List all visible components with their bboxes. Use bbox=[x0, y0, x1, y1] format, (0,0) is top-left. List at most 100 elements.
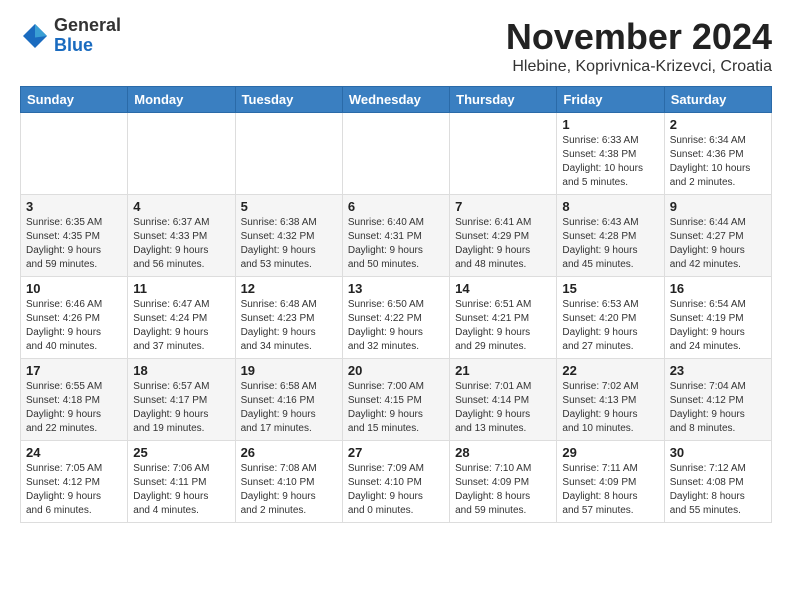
cell-text: Sunrise: 7:06 AM Sunset: 4:11 PM Dayligh… bbox=[133, 462, 229, 518]
day-number: 14 bbox=[455, 281, 551, 296]
column-header-sunday: Sunday bbox=[21, 87, 128, 113]
logo-blue: Blue bbox=[54, 35, 93, 55]
calendar-cell: 8 Sunrise: 6:43 AM Sunset: 4:28 PM Daylig… bbox=[557, 195, 664, 277]
calendar-cell: 14 Sunrise: 6:51 AM Sunset: 4:21 PM Dayli… bbox=[450, 277, 557, 359]
day-number: 23 bbox=[670, 363, 766, 378]
column-header-saturday: Saturday bbox=[664, 87, 771, 113]
column-header-friday: Friday bbox=[557, 87, 664, 113]
cell-text: Sunrise: 7:09 AM Sunset: 4:10 PM Dayligh… bbox=[348, 462, 444, 518]
calendar-cell: 19 Sunrise: 6:58 AM Sunset: 4:16 PM Dayli… bbox=[235, 359, 342, 441]
calendar-week-row: 10 Sunrise: 6:46 AM Sunset: 4:26 PM Dayli… bbox=[21, 277, 772, 359]
calendar-cell: 30Sunrise: 7:12 AM Sunset: 4:08 PM Dayli… bbox=[664, 441, 771, 523]
day-number: 4 bbox=[133, 199, 229, 214]
cell-text: Sunrise: 7:11 AM Sunset: 4:09 PM Dayligh… bbox=[562, 462, 658, 518]
day-number: 29 bbox=[562, 445, 658, 460]
cell-text: Sunrise: 6:58 AM Sunset: 4:16 PM Dayligh… bbox=[241, 380, 337, 436]
cell-text: Sunrise: 6:46 AM Sunset: 4:26 PM Dayligh… bbox=[26, 298, 122, 354]
day-number: 1 bbox=[562, 117, 658, 132]
calendar-cell: 9 Sunrise: 6:44 AM Sunset: 4:27 PM Daylig… bbox=[664, 195, 771, 277]
calendar-cell: 11 Sunrise: 6:47 AM Sunset: 4:24 PM Dayli… bbox=[128, 277, 235, 359]
cell-text: Sunrise: 6:44 AM Sunset: 4:27 PM Dayligh… bbox=[670, 216, 766, 272]
calendar-cell: 22Sunrise: 7:02 AM Sunset: 4:13 PM Dayli… bbox=[557, 359, 664, 441]
day-number: 6 bbox=[348, 199, 444, 214]
calendar-cell bbox=[235, 113, 342, 195]
cell-text: Sunrise: 6:50 AM Sunset: 4:22 PM Dayligh… bbox=[348, 298, 444, 354]
day-number: 28 bbox=[455, 445, 551, 460]
calendar-cell: 7 Sunrise: 6:41 AM Sunset: 4:29 PM Daylig… bbox=[450, 195, 557, 277]
calendar-cell: 5Sunrise: 6:38 AM Sunset: 4:32 PM Daylig… bbox=[235, 195, 342, 277]
day-number: 9 bbox=[670, 199, 766, 214]
day-number: 11 bbox=[133, 281, 229, 296]
day-number: 16 bbox=[670, 281, 766, 296]
day-number: 5 bbox=[241, 199, 337, 214]
day-number: 27 bbox=[348, 445, 444, 460]
day-number: 25 bbox=[133, 445, 229, 460]
calendar-cell: 28 Sunrise: 7:10 AM Sunset: 4:09 PM Dayli… bbox=[450, 441, 557, 523]
calendar-cell: 1Sunrise: 6:33 AM Sunset: 4:38 PM Daylig… bbox=[557, 113, 664, 195]
day-number: 21 bbox=[455, 363, 551, 378]
cell-text: Sunrise: 7:10 AM Sunset: 4:09 PM Dayligh… bbox=[455, 462, 551, 518]
calendar-week-row: 17 Sunrise: 6:55 AM Sunset: 4:18 PM Dayli… bbox=[21, 359, 772, 441]
calendar-cell bbox=[450, 113, 557, 195]
logo: General Blue bbox=[20, 16, 121, 56]
calendar-cell: 26 Sunrise: 7:08 AM Sunset: 4:10 PM Dayli… bbox=[235, 441, 342, 523]
cell-text: Sunrise: 6:34 AM Sunset: 4:36 PM Dayligh… bbox=[670, 134, 766, 190]
cell-text: Sunrise: 6:54 AM Sunset: 4:19 PM Dayligh… bbox=[670, 298, 766, 354]
cell-text: Sunrise: 6:43 AM Sunset: 4:28 PM Dayligh… bbox=[562, 216, 658, 272]
calendar-cell: 13 Sunrise: 6:50 AM Sunset: 4:22 PM Dayli… bbox=[342, 277, 449, 359]
day-number: 12 bbox=[241, 281, 337, 296]
cell-text: Sunrise: 6:48 AM Sunset: 4:23 PM Dayligh… bbox=[241, 298, 337, 354]
day-number: 26 bbox=[241, 445, 337, 460]
calendar-week-row: 1Sunrise: 6:33 AM Sunset: 4:38 PM Daylig… bbox=[21, 113, 772, 195]
cell-text: Sunrise: 6:51 AM Sunset: 4:21 PM Dayligh… bbox=[455, 298, 551, 354]
cell-text: Sunrise: 6:53 AM Sunset: 4:20 PM Dayligh… bbox=[562, 298, 658, 354]
cell-text: Sunrise: 7:08 AM Sunset: 4:10 PM Dayligh… bbox=[241, 462, 337, 518]
day-number: 24 bbox=[26, 445, 122, 460]
cell-text: Sunrise: 7:12 AM Sunset: 4:08 PM Dayligh… bbox=[670, 462, 766, 518]
day-number: 20 bbox=[348, 363, 444, 378]
cell-text: Sunrise: 6:47 AM Sunset: 4:24 PM Dayligh… bbox=[133, 298, 229, 354]
column-header-tuesday: Tuesday bbox=[235, 87, 342, 113]
calendar-cell: 15 Sunrise: 6:53 AM Sunset: 4:20 PM Dayli… bbox=[557, 277, 664, 359]
calendar-cell: 2Sunrise: 6:34 AM Sunset: 4:36 PM Daylig… bbox=[664, 113, 771, 195]
cell-text: Sunrise: 6:37 AM Sunset: 4:33 PM Dayligh… bbox=[133, 216, 229, 272]
calendar-table: SundayMondayTuesdayWednesdayThursdayFrid… bbox=[20, 86, 772, 523]
calendar-cell: 17 Sunrise: 6:55 AM Sunset: 4:18 PM Dayli… bbox=[21, 359, 128, 441]
calendar-cell bbox=[342, 113, 449, 195]
calendar-cell: 25 Sunrise: 7:06 AM Sunset: 4:11 PM Dayli… bbox=[128, 441, 235, 523]
cell-text: Sunrise: 6:40 AM Sunset: 4:31 PM Dayligh… bbox=[348, 216, 444, 272]
logo-icon bbox=[20, 21, 50, 51]
day-number: 10 bbox=[26, 281, 122, 296]
day-number: 15 bbox=[562, 281, 658, 296]
calendar-cell: 20Sunrise: 7:00 AM Sunset: 4:15 PM Dayli… bbox=[342, 359, 449, 441]
cell-text: Sunrise: 7:02 AM Sunset: 4:13 PM Dayligh… bbox=[562, 380, 658, 436]
day-number: 8 bbox=[562, 199, 658, 214]
calendar-cell: 21 Sunrise: 7:01 AM Sunset: 4:14 PM Dayli… bbox=[450, 359, 557, 441]
calendar-cell bbox=[128, 113, 235, 195]
day-number: 13 bbox=[348, 281, 444, 296]
day-number: 17 bbox=[26, 363, 122, 378]
cell-text: Sunrise: 7:04 AM Sunset: 4:12 PM Dayligh… bbox=[670, 380, 766, 436]
cell-text: Sunrise: 6:41 AM Sunset: 4:29 PM Dayligh… bbox=[455, 216, 551, 272]
calendar-cell: 18 Sunrise: 6:57 AM Sunset: 4:17 PM Dayli… bbox=[128, 359, 235, 441]
cell-text: Sunrise: 6:55 AM Sunset: 4:18 PM Dayligh… bbox=[26, 380, 122, 436]
column-header-wednesday: Wednesday bbox=[342, 87, 449, 113]
calendar-cell: 4 Sunrise: 6:37 AM Sunset: 4:33 PM Daylig… bbox=[128, 195, 235, 277]
cell-text: Sunrise: 7:05 AM Sunset: 4:12 PM Dayligh… bbox=[26, 462, 122, 518]
day-number: 19 bbox=[241, 363, 337, 378]
page-header: General Blue November 2024 Hlebine, Kopr… bbox=[20, 16, 772, 76]
calendar-cell: 3Sunrise: 6:35 AM Sunset: 4:35 PM Daylig… bbox=[21, 195, 128, 277]
calendar-cell: 10 Sunrise: 6:46 AM Sunset: 4:26 PM Dayli… bbox=[21, 277, 128, 359]
calendar-week-row: 3Sunrise: 6:35 AM Sunset: 4:35 PM Daylig… bbox=[21, 195, 772, 277]
calendar-cell: 6 Sunrise: 6:40 AM Sunset: 4:31 PM Daylig… bbox=[342, 195, 449, 277]
cell-text: Sunrise: 7:01 AM Sunset: 4:14 PM Dayligh… bbox=[455, 380, 551, 436]
calendar-cell: 23 Sunrise: 7:04 AM Sunset: 4:12 PM Dayli… bbox=[664, 359, 771, 441]
logo-text: General Blue bbox=[54, 16, 121, 56]
day-number: 18 bbox=[133, 363, 229, 378]
calendar-cell: 16 Sunrise: 6:54 AM Sunset: 4:19 PM Dayli… bbox=[664, 277, 771, 359]
calendar-cell: 27 Sunrise: 7:09 AM Sunset: 4:10 PM Dayli… bbox=[342, 441, 449, 523]
calendar-week-row: 24 Sunrise: 7:05 AM Sunset: 4:12 PM Dayli… bbox=[21, 441, 772, 523]
cell-text: Sunrise: 6:57 AM Sunset: 4:17 PM Dayligh… bbox=[133, 380, 229, 436]
calendar-header-row: SundayMondayTuesdayWednesdayThursdayFrid… bbox=[21, 87, 772, 113]
day-number: 7 bbox=[455, 199, 551, 214]
